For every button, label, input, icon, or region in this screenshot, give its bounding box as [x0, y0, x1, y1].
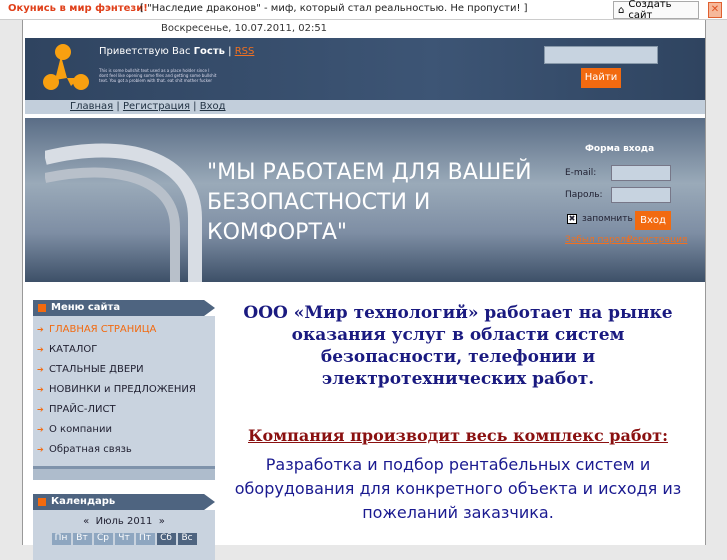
- remember-checkbox[interactable]: ✖: [567, 214, 577, 224]
- main-content: ООО «Мир технологий» работает на рынке о…: [223, 302, 693, 525]
- section-heading: Компания производит весь комплекс работ:: [248, 426, 668, 445]
- menu-item-news[interactable]: НОВИНКИ и ПРЕДЛОЖЕНИЯ: [33, 380, 215, 400]
- password-field[interactable]: [611, 187, 671, 203]
- day-header: Вт: [72, 533, 92, 545]
- rss-link[interactable]: RSS: [235, 46, 255, 57]
- nav-register[interactable]: Регистрация: [123, 101, 190, 112]
- prev-month[interactable]: «: [83, 516, 89, 527]
- page: Воскресенье, 10.07.2011, 02:51 Приветств…: [22, 20, 706, 560]
- nav-login[interactable]: Вход: [200, 101, 226, 112]
- search-input[interactable]: [544, 46, 658, 64]
- site-menu: ГЛАВНАЯ СТРАНИЦА КАТАЛОГ СТАЛЬНЫЕ ДВЕРИ …: [33, 316, 215, 466]
- close-icon[interactable]: ✕: [708, 2, 722, 18]
- search-button[interactable]: Найти: [581, 68, 621, 88]
- remember-label: запомнить: [582, 214, 633, 224]
- create-site-label: Создать сайт: [628, 0, 672, 21]
- day-header: Чт: [114, 533, 134, 545]
- intro-text: ООО «Мир технологий» работает на рынке о…: [243, 303, 673, 389]
- menu-item-steel-doors[interactable]: СТАЛЬНЫЕ ДВЕРИ: [33, 360, 215, 380]
- top-nav: Главная | Регистрация | Вход: [25, 100, 705, 114]
- user-name: Гость: [193, 46, 225, 57]
- login-button[interactable]: Вход: [635, 211, 671, 230]
- section-text: Разработка и подбор рентабельных систем …: [234, 455, 682, 522]
- day-header: Ср: [93, 533, 113, 545]
- pipe-image: [45, 143, 202, 282]
- greeting: Приветствую Вас Гость | RSS: [99, 46, 255, 57]
- calendar: « Июль 2011 » Пн Вт Ср Чт Пт Сб Вс: [33, 510, 215, 560]
- create-site-button[interactable]: ⌂ Создать сайт: [613, 0, 699, 21]
- promo-link[interactable]: Окунись в мир фэнтези!: [8, 3, 148, 14]
- header: Приветствую Вас Гость | RSS This is some…: [25, 38, 705, 100]
- promo-text-link[interactable]: [ "Наследие драконов" - миф, который ста…: [140, 3, 528, 14]
- calendar-month: Июль 2011: [95, 516, 153, 527]
- menu-item-about[interactable]: О компании: [33, 420, 215, 440]
- menu-item-feedback[interactable]: Обратная связь: [33, 440, 215, 460]
- next-month[interactable]: »: [159, 516, 165, 527]
- calendar-title: Календарь: [33, 494, 215, 510]
- menu-item-price-list[interactable]: ПРАЙС-ЛИСТ: [33, 400, 215, 420]
- email-label: E-mail:: [565, 168, 597, 178]
- login-form: Форма входа E-mail: Пароль: ✖ запомнить …: [555, 118, 703, 282]
- day-header: Вс: [177, 533, 197, 545]
- menu-item-home[interactable]: ГЛАВНАЯ СТРАНИЦА: [33, 320, 215, 340]
- forgot-password-link[interactable]: Забыл пароль: [565, 235, 631, 245]
- menu-footer: [33, 466, 215, 480]
- day-header: Пт: [135, 533, 155, 545]
- password-label: Пароль:: [565, 190, 603, 200]
- day-header: Пн: [51, 533, 71, 545]
- sidebar: Меню сайта ГЛАВНАЯ СТРАНИЦА КАТАЛОГ СТАЛ…: [33, 300, 215, 560]
- top-ad-bar: Окунись в мир фэнтези! [ "Наследие драко…: [0, 0, 727, 21]
- nav-home[interactable]: Главная: [70, 101, 113, 112]
- logo-icon: [43, 44, 89, 90]
- date-time: Воскресенье, 10.07.2011, 02:51: [161, 23, 328, 34]
- banner: "МЫ РАБОТАЕМ ДЛЯ ВАШЕЙ БЕЗОПАСТНОСТИ И К…: [25, 118, 705, 282]
- email-field[interactable]: [611, 165, 671, 181]
- register-link[interactable]: Регистрация: [627, 235, 687, 245]
- day-header: Сб: [156, 533, 176, 545]
- home-icon: ⌂: [618, 4, 625, 16]
- slogan: "МЫ РАБОТАЕМ ДЛЯ ВАШЕЙ БЕЗОПАСТНОСТИ И К…: [207, 160, 532, 245]
- menu-item-catalog[interactable]: КАТАЛОГ: [33, 340, 215, 360]
- login-title: Форма входа: [585, 144, 655, 154]
- placeholder-text: This is some bullshit text used as a pla…: [99, 68, 217, 83]
- menu-title: Меню сайта: [33, 300, 215, 316]
